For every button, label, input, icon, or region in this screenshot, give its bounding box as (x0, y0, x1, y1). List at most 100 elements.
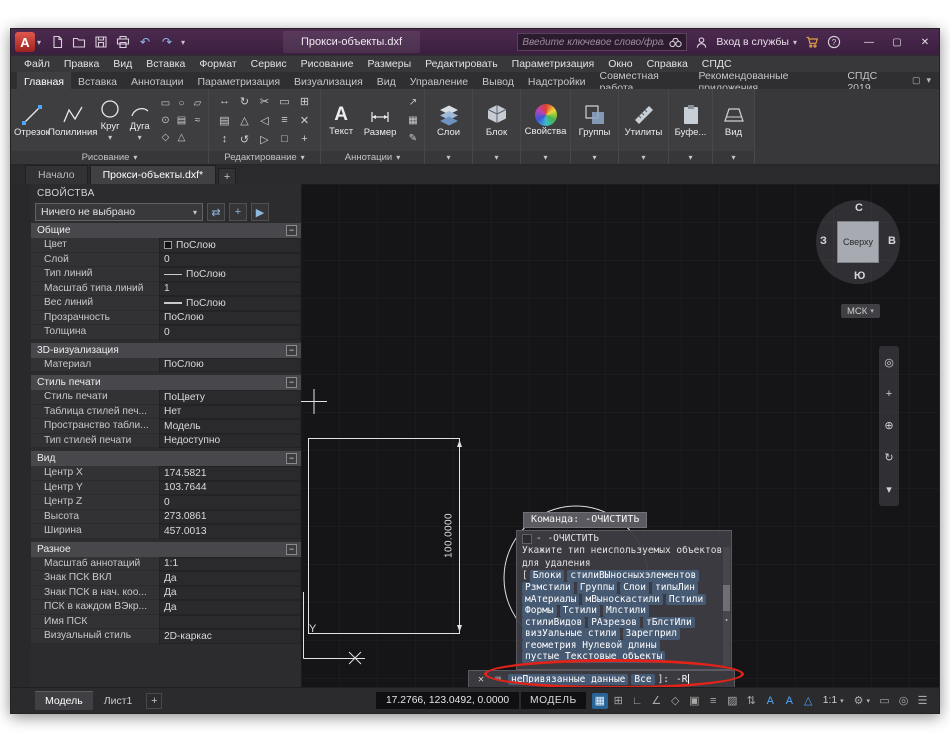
spline-tool-icon[interactable]: ≈ (190, 112, 205, 128)
leader-tool-icon[interactable]: ↗ (405, 94, 421, 111)
redo-icon[interactable]: ↷ (159, 34, 175, 50)
line-tool-button[interactable]: Отрезок (14, 91, 50, 149)
property-row[interactable]: Стиль печати ПоЦвету (31, 390, 301, 405)
dimension-tool-button[interactable]: Размер (359, 91, 401, 149)
command-option[interactable]: Рзмстили (522, 582, 574, 594)
tab-home[interactable]: Главная (17, 72, 71, 89)
tab-addins[interactable]: Надстройки (521, 72, 593, 89)
minimize-button[interactable]: — (855, 29, 883, 55)
maximize-button[interactable]: ▢ (883, 29, 911, 55)
menu-edit[interactable]: Правка (57, 56, 106, 72)
command-line[interactable]: ✕ ⌨ неПривязанные данные Все ]: -R (468, 670, 735, 687)
layout-tab-list1[interactable]: Лист1 (94, 692, 143, 710)
customize-icon[interactable]: ⌨ (491, 674, 505, 685)
layers-panel-label[interactable]: ▾ (425, 151, 472, 164)
block-button[interactable]: Блок (476, 91, 517, 149)
move-tool-icon[interactable]: ↔ (215, 92, 234, 110)
menu-draw[interactable]: Рисование (294, 56, 361, 72)
chevron-down-icon[interactable]: ▾ (108, 133, 112, 143)
command-option[interactable]: Все (631, 674, 654, 686)
command-option[interactable]: Формы (522, 605, 557, 617)
open-file-icon[interactable] (71, 34, 87, 50)
explode-tool-icon[interactable]: ▷ (255, 130, 274, 148)
command-option[interactable]: Пстили (666, 594, 706, 606)
new-file-icon[interactable] (49, 34, 65, 50)
viewcube-south[interactable]: Ю (854, 270, 865, 282)
annotation-monitor-icon[interactable]: △ (800, 694, 817, 707)
section-header[interactable]: 3D-визуализация − (31, 343, 301, 358)
property-row[interactable]: Масштаб аннотаций 1:1 (31, 557, 301, 572)
tab-spds[interactable]: СПДС 2019 (840, 72, 904, 89)
chamfer-tool-icon[interactable]: ◁ (255, 111, 274, 129)
ortho-icon[interactable]: ∟ (629, 695, 646, 707)
properties-panel-label[interactable]: ▾ (521, 151, 570, 164)
menu-dimension[interactable]: Размеры (361, 56, 419, 72)
command-option[interactable]: мАтериалы (522, 594, 579, 606)
lineweight-icon[interactable]: ≡ (705, 695, 722, 707)
snap-icon[interactable]: ⊞ (610, 694, 627, 707)
property-row[interactable]: Визуальный стиль 2D-каркас (31, 629, 301, 644)
break-tool-icon[interactable]: □ (275, 130, 294, 148)
table-tool-icon[interactable]: ▦ (405, 112, 421, 129)
section-header[interactable]: Вид − (31, 451, 301, 466)
save-icon[interactable] (93, 34, 109, 50)
search-icon[interactable] (668, 35, 682, 49)
property-row[interactable]: Ширина 457.0013 (31, 524, 301, 539)
property-row[interactable]: Материал ПоСлою (31, 358, 301, 373)
property-row[interactable]: Высота 273.0861 (31, 510, 301, 525)
mirror-tool-icon[interactable]: ▤ (215, 111, 234, 129)
array-tool-icon[interactable]: ⊞ (295, 92, 314, 110)
property-row[interactable]: Центр Z 0 (31, 495, 301, 510)
donut-tool-icon[interactable]: ⊙ (158, 112, 173, 128)
viewcube-top-face[interactable]: Сверху (837, 221, 879, 263)
orbit-icon[interactable]: ↻ (884, 451, 893, 464)
collapse-icon[interactable]: − (286, 225, 297, 236)
menu-format[interactable]: Формат (192, 56, 243, 72)
copy-tool-icon[interactable]: ▭ (275, 92, 294, 110)
plot-icon[interactable] (115, 34, 131, 50)
trim-tool-icon[interactable]: ✂ (255, 92, 274, 110)
tab-view[interactable]: Вид (370, 72, 403, 89)
command-option[interactable]: геометрия Нулевой длины (522, 640, 660, 652)
command-option[interactable]: типыЛин (652, 582, 698, 594)
workspace-switch-button[interactable]: ⚙ ▾ (850, 694, 874, 707)
viewcube-west[interactable]: З (820, 235, 827, 247)
tab-parametric[interactable]: Параметризация (191, 72, 288, 89)
tab-visualize[interactable]: Визуализация (287, 72, 370, 89)
polyline-tool-button[interactable]: Полилиния (51, 91, 95, 149)
app-store-cart-icon[interactable] (805, 35, 819, 49)
property-row[interactable]: Имя ПСК (31, 615, 301, 630)
property-row[interactable]: Цвет ПоСлою (31, 238, 301, 253)
command-option[interactable]: Слои (620, 582, 649, 594)
polar-icon[interactable]: ∠ (648, 694, 665, 707)
modify-panel-label[interactable]: Редактирование ▾ (209, 151, 320, 164)
zoom-icon[interactable]: ⊕ (884, 419, 893, 432)
quick-properties-icon[interactable]: ▭ (876, 694, 893, 707)
property-row[interactable]: Центр Y 103.7644 (31, 481, 301, 496)
navbar-more-icon[interactable]: ▾ (886, 483, 892, 496)
collapse-icon[interactable]: − (286, 453, 297, 464)
drawing-canvas[interactable]: Y 100.0000 Сверху С З В Ю МСК ▾ ◎ + ⊕ ↻ (301, 184, 939, 687)
annotate-panel-label[interactable]: Аннотации ▾ (321, 151, 424, 164)
qat-customize-icon[interactable]: ▾ (181, 38, 185, 47)
properties-button[interactable]: Свойства (524, 91, 567, 149)
ellipse-tool-icon[interactable]: ○ (174, 95, 189, 111)
property-row[interactable]: Знак ПСК ВКЛ Да (31, 571, 301, 586)
viewcube-north[interactable]: С (855, 202, 863, 214)
scale-tool-icon[interactable]: ↺ (235, 130, 254, 148)
navigation-wheel-icon[interactable]: ◎ (884, 356, 894, 369)
help-icon[interactable]: ? (827, 35, 841, 49)
block-panel-label[interactable]: ▾ (473, 151, 520, 164)
property-row[interactable]: Масштаб типа линий 1 (31, 282, 301, 297)
close-icon[interactable]: ✕ (474, 674, 488, 685)
offset-tool-icon[interactable]: ≡ (275, 111, 294, 129)
command-option[interactable]: визУальные стили (522, 628, 620, 640)
polygon-tool-icon[interactable]: ◇ (158, 129, 173, 145)
menu-modify[interactable]: Редактировать (418, 56, 505, 72)
property-row[interactable]: Знак ПСК в нач. коо... Да (31, 586, 301, 601)
command-option[interactable]: Блоки (530, 570, 565, 582)
utilities-button[interactable]: Утилиты (622, 91, 665, 149)
collapse-icon[interactable]: − (286, 544, 297, 555)
section-header[interactable]: Общие − (31, 223, 301, 238)
property-row[interactable]: Тип стилей печати Недоступно (31, 434, 301, 449)
